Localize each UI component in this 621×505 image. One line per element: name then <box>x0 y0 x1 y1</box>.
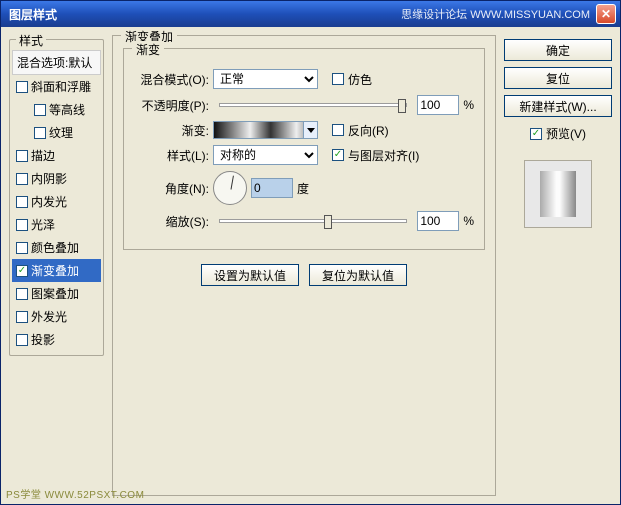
style-satin[interactable]: 光泽 <box>12 213 101 236</box>
gradient-title: 渐变 <box>132 41 164 58</box>
checkbox-icon[interactable] <box>16 173 28 185</box>
gradient-picker[interactable] <box>213 121 318 139</box>
gradient-overlay-panel: 渐变叠加 渐变 混合模式(O): 正常 仿色 不透明度(P): % <box>112 35 496 496</box>
styles-group: 样式 混合选项:默认 斜面和浮雕 等高线 纹理 描边 内阴影 内发光 光泽 颜色… <box>9 39 104 356</box>
new-style-button[interactable]: 新建样式(W)... <box>504 95 612 117</box>
angle-label: 角度(N): <box>134 180 209 197</box>
style-contour[interactable]: 等高线 <box>12 98 101 121</box>
ok-button[interactable]: 确定 <box>504 39 612 61</box>
checkbox-icon[interactable] <box>34 104 46 116</box>
gradient-label: 渐变: <box>134 122 209 139</box>
checkbox-icon[interactable] <box>16 150 28 162</box>
close-icon[interactable]: ✕ <box>596 4 616 24</box>
checkbox-icon[interactable] <box>34 127 46 139</box>
blend-options-default[interactable]: 混合选项:默认 <box>12 50 101 75</box>
checkbox-icon[interactable] <box>16 219 28 231</box>
checkbox-icon[interactable] <box>16 311 28 323</box>
reverse-label: 反向(R) <box>348 122 389 139</box>
make-default-button[interactable]: 设置为默认值 <box>201 264 299 286</box>
styles-group-title: 样式 <box>16 32 46 49</box>
checkbox-icon[interactable] <box>16 288 28 300</box>
gradient-settings: 渐变 混合模式(O): 正常 仿色 不透明度(P): % <box>123 48 485 250</box>
scale-slider[interactable] <box>219 219 407 223</box>
scale-label: 缩放(S): <box>134 213 209 230</box>
reverse-checkbox[interactable] <box>332 124 344 136</box>
style-select[interactable]: 对称的 <box>213 145 318 165</box>
percent-unit: % <box>463 214 474 228</box>
style-pattern-overlay[interactable]: 图案叠加 <box>12 282 101 305</box>
dither-label: 仿色 <box>348 71 372 88</box>
style-inner-shadow[interactable]: 内阴影 <box>12 167 101 190</box>
style-gradient-overlay[interactable]: ✓渐变叠加 <box>12 259 101 282</box>
preview-checkbox[interactable]: ✓ <box>530 128 542 140</box>
angle-input[interactable] <box>251 178 293 198</box>
percent-unit: % <box>463 98 474 112</box>
degree-unit: 度 <box>297 180 309 197</box>
watermark-text: 思缘设计论坛 WWW.MISSYUAN.COM <box>401 6 590 22</box>
angle-dial[interactable] <box>213 171 247 205</box>
blend-mode-label: 混合模式(O): <box>134 71 209 88</box>
preview-swatch <box>524 160 592 228</box>
style-color-overlay[interactable]: 颜色叠加 <box>12 236 101 259</box>
opacity-slider[interactable] <box>219 103 407 107</box>
scale-input[interactable] <box>417 211 459 231</box>
titlebar: 图层样式 思缘设计论坛 WWW.MISSYUAN.COM ✕ <box>1 1 620 27</box>
preview-label: 预览(V) <box>546 125 586 142</box>
style-label: 样式(L): <box>134 147 209 164</box>
style-outer-glow[interactable]: 外发光 <box>12 305 101 328</box>
dither-checkbox[interactable] <box>332 73 344 85</box>
align-label: 与图层对齐(I) <box>348 147 419 164</box>
blend-mode-select[interactable]: 正常 <box>213 69 318 89</box>
reset-default-button[interactable]: 复位为默认值 <box>309 264 407 286</box>
checkbox-icon[interactable] <box>16 81 28 93</box>
checkbox-icon[interactable]: ✓ <box>16 265 28 277</box>
align-checkbox[interactable]: ✓ <box>332 149 344 161</box>
checkbox-icon[interactable] <box>16 334 28 346</box>
cancel-button[interactable]: 复位 <box>504 67 612 89</box>
style-drop-shadow[interactable]: 投影 <box>12 328 101 351</box>
opacity-input[interactable] <box>417 95 459 115</box>
style-stroke[interactable]: 描边 <box>12 144 101 167</box>
style-texture[interactable]: 纹理 <box>12 121 101 144</box>
opacity-label: 不透明度(P): <box>134 97 209 114</box>
style-bevel[interactable]: 斜面和浮雕 <box>12 75 101 98</box>
chevron-down-icon[interactable] <box>303 122 317 138</box>
footer-watermark: PS学堂 WWW.52PSXT.COM <box>6 486 144 501</box>
checkbox-icon[interactable] <box>16 242 28 254</box>
checkbox-icon[interactable] <box>16 196 28 208</box>
window-title: 图层样式 <box>5 6 401 23</box>
style-inner-glow[interactable]: 内发光 <box>12 190 101 213</box>
